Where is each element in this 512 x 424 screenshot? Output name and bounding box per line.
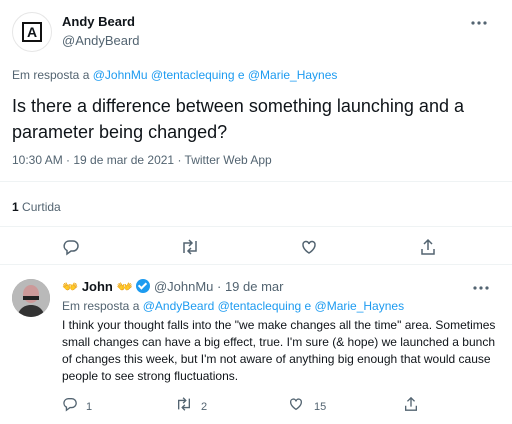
tweet-date[interactable]: · 19 de mar	[217, 279, 283, 294]
retweet-icon	[175, 396, 193, 417]
author-name[interactable]: Andy Beard	[62, 14, 135, 29]
like-button[interactable]: 15	[288, 396, 326, 417]
reply-button[interactable]: 1	[62, 396, 92, 417]
divider	[0, 226, 512, 227]
reply-icon	[62, 396, 78, 417]
author-handle[interactable]: @AndyBeard	[62, 33, 140, 48]
retweet-count: 2	[201, 400, 208, 413]
likes-label: Curtida	[22, 200, 61, 214]
reply-header: 👐 John 👐 @JohnMu · 19 de mar	[62, 279, 284, 295]
divider	[0, 181, 512, 182]
more-icon[interactable]	[472, 281, 490, 300]
like-icon[interactable]	[300, 238, 318, 261]
likes-stat[interactable]: 1 Curtida	[12, 200, 61, 214]
retweet-icon[interactable]	[180, 238, 200, 261]
hand-emoji: 👐	[62, 279, 79, 294]
reply-prefix: Em resposta a	[12, 68, 90, 82]
reply-prefix: Em resposta a	[62, 299, 140, 313]
author-name[interactable]: John	[82, 279, 113, 294]
reply-mentions[interactable]: @JohnMu @tentaclequing e @Marie_Haynes	[93, 68, 338, 82]
verified-icon	[136, 279, 151, 293]
reply-mentions[interactable]: @AndyBeard @tentaclequing e @Marie_Hayne…	[143, 299, 404, 313]
avatar[interactable]: A	[12, 12, 52, 52]
tweet-text: I think your thought falls into the "we …	[62, 318, 496, 383]
likes-count: 1	[12, 200, 19, 214]
author-handle[interactable]: @JohnMu	[154, 279, 213, 294]
tweet-text: Is there a difference between something …	[12, 96, 464, 142]
retweet-button[interactable]: 2	[175, 396, 207, 417]
avatar[interactable]	[12, 279, 50, 317]
divider	[0, 264, 512, 265]
reply-context: Em resposta a @JohnMu @tentaclequing e @…	[12, 68, 337, 82]
reply-icon[interactable]	[62, 238, 80, 261]
avatar-logo: A	[22, 22, 42, 42]
like-count: 15	[314, 400, 327, 413]
tweet-timestamp[interactable]: 10:30 AM · 19 de mar de 2021 · Twitter W…	[12, 153, 272, 167]
hand-emoji: 👐	[116, 279, 133, 294]
reply-count: 1	[86, 400, 93, 413]
like-icon	[288, 396, 304, 417]
more-icon[interactable]	[470, 16, 488, 35]
share-icon[interactable]	[403, 396, 419, 417]
share-icon[interactable]	[419, 238, 437, 261]
reply-context: Em resposta a @AndyBeard @tentaclequing …	[62, 299, 404, 313]
